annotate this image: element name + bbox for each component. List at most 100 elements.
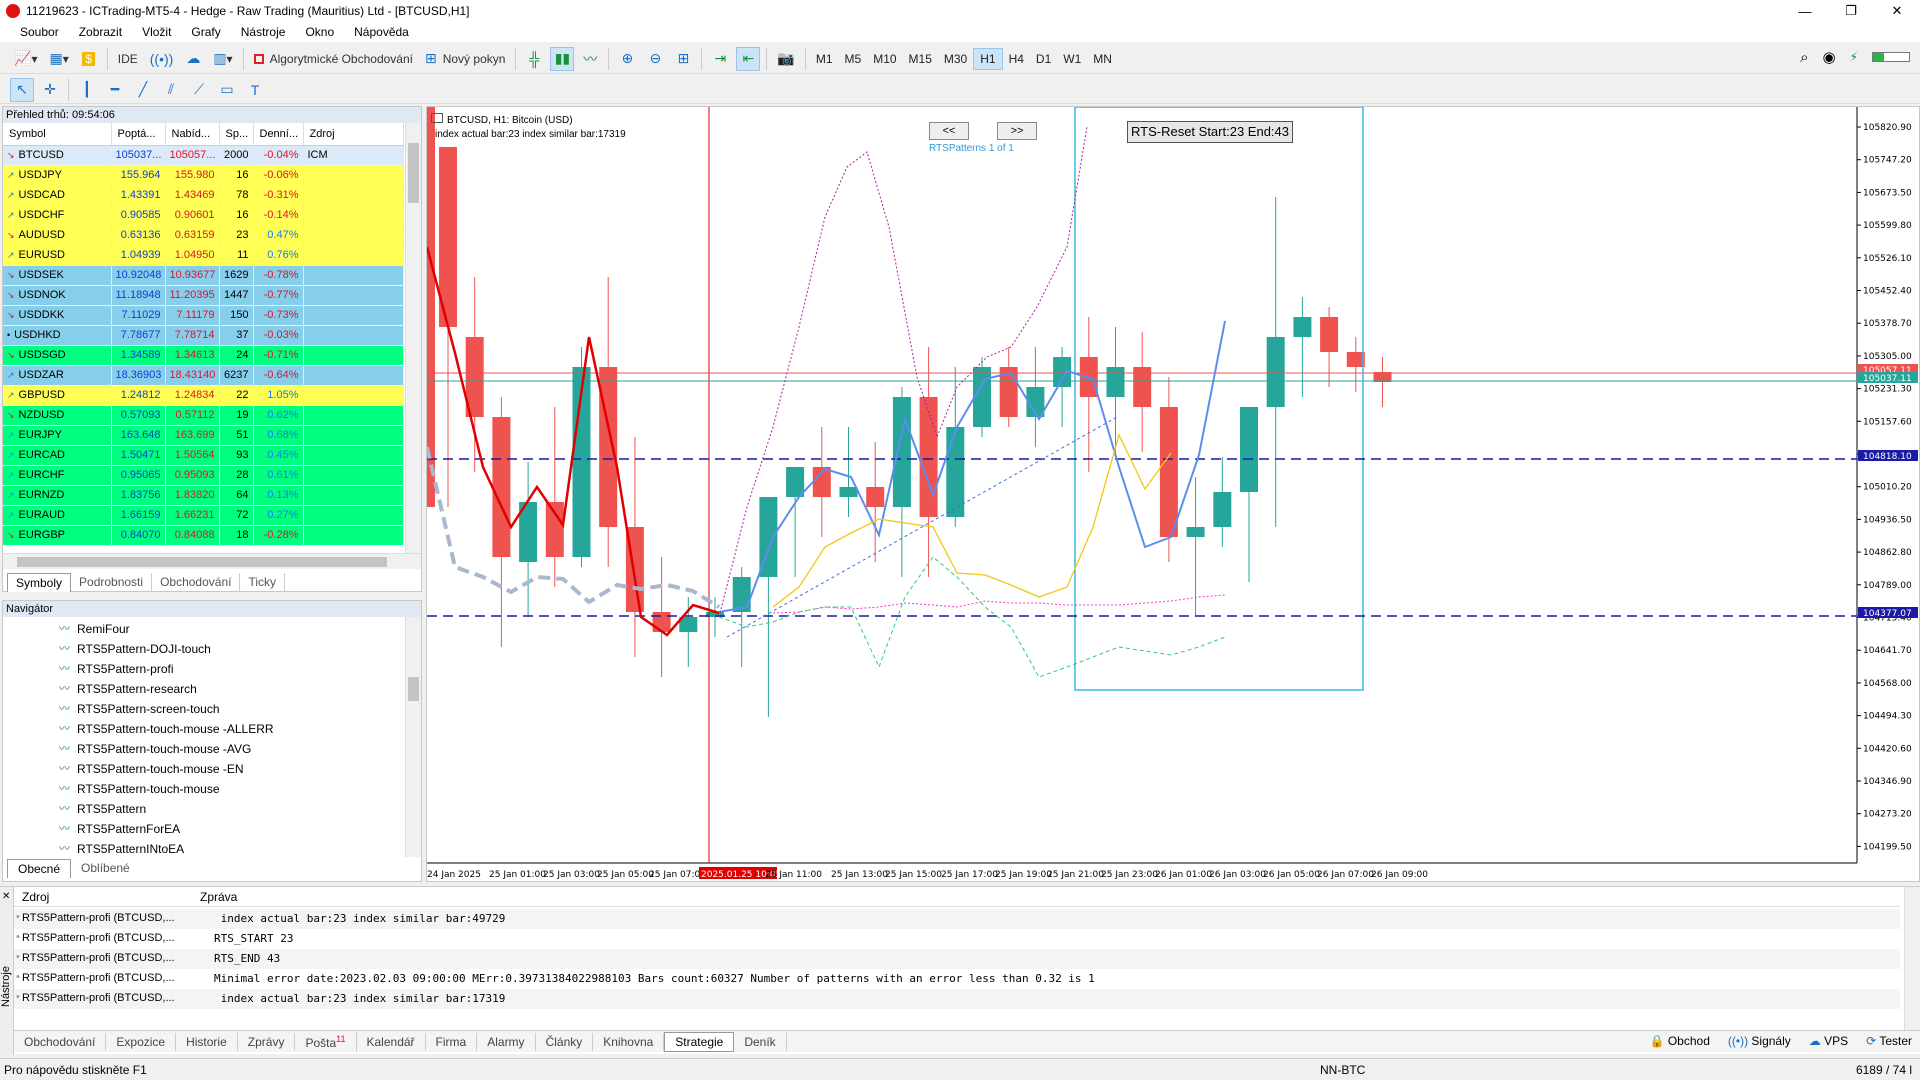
chart-window[interactable]: 105820.90 105747.20 105673.50 105599.80 1055… <box>426 106 1920 882</box>
navigator-item[interactable]: 〰 RTS5Pattern-touch-mouse -EN <box>3 759 421 779</box>
toolbox-tab[interactable]: Alarmy <box>477 1032 536 1051</box>
screenshot-button[interactable]: 📷 <box>773 47 798 71</box>
navigator-item[interactable]: 〰 RTS5Pattern-research <box>3 679 421 699</box>
market-row[interactable]: ↗ EURCHF 0.95065 0.95093 28 0.61% <box>3 465 404 486</box>
menu-window[interactable]: Okno <box>295 25 344 39</box>
tab-common[interactable]: Obecné <box>7 859 72 878</box>
tf-h4[interactable]: H4 <box>1003 48 1030 70</box>
rts-reset-button[interactable]: RTS-Reset Start:23 End:43 <box>1127 121 1293 143</box>
market-watch-hscrollbar[interactable] <box>3 553 421 569</box>
scroll-thumb[interactable] <box>408 143 419 203</box>
navigator-item[interactable]: 〰 RTS5Pattern-touch-mouse <box>3 779 421 799</box>
tf-m10[interactable]: M10 <box>867 48 902 70</box>
channel-button[interactable]: ⫽ <box>159 78 183 102</box>
col-symbol[interactable]: Symbol <box>3 123 112 146</box>
tab-symbols[interactable]: Symboly <box>7 573 72 592</box>
tab-details[interactable]: Podrobnosti <box>71 573 153 592</box>
price-chart[interactable]: 105820.90 105747.20 105673.50 105599.80 1055… <box>427 107 1920 883</box>
tf-d1[interactable]: D1 <box>1030 48 1057 70</box>
tf-m15[interactable]: M15 <box>903 48 938 70</box>
signals-link[interactable]: ((•)) Signály <box>1728 1034 1791 1048</box>
menu-charts[interactable]: Grafy <box>181 25 230 39</box>
col-source[interactable]: Zdroj <box>303 123 404 146</box>
menu-tools[interactable]: Nástroje <box>231 25 296 39</box>
line-chart-type-button[interactable]: 〰 <box>578 47 602 71</box>
col-ask[interactable]: Nabíd... <box>165 123 220 146</box>
market-row[interactable]: ↘ USDDKK 7.11029 7.11179 150 -0.73% <box>3 305 404 326</box>
market-row[interactable]: ↗ USDCAD 1.43391 1.43469 78 -0.31% <box>3 185 404 206</box>
market-row[interactable]: ↘ USDNOK 11.18948 11.20395 1447 -0.77% <box>3 285 404 306</box>
tf-m30[interactable]: M30 <box>938 48 973 70</box>
close-button[interactable]: ✕ <box>1874 0 1920 22</box>
new-chart-button[interactable]: 📈 ▾ <box>10 47 41 71</box>
market-row[interactable]: ↘ USDSGD 1.34589 1.34613 24 -0.71% <box>3 345 404 366</box>
navigator-item[interactable]: 〰 RemiFour <box>3 619 421 639</box>
trade-link[interactable]: 🔒 Obchod <box>1650 1034 1710 1048</box>
toolbox-tab[interactable]: Deník <box>734 1032 787 1051</box>
journal-row[interactable]: • RTS5Pattern-profi (BTCUSD,... index act… <box>14 909 1900 929</box>
navigator-item[interactable]: 〰 RTS5PatternINtoEA <box>3 839 421 859</box>
tf-m5[interactable]: M5 <box>839 48 868 70</box>
market-row[interactable]: ↘ NZDUSD 0.57093 0.57112 19 0.62% <box>3 405 404 426</box>
tab-favorites[interactable]: Oblíbené <box>71 859 140 878</box>
market-row[interactable]: ↗ EURUSD 1.04939 1.04950 11 0.76% <box>3 245 404 266</box>
toolbox-tab[interactable]: Obchodování <box>14 1032 107 1051</box>
navigator-item[interactable]: 〰 RTS5Pattern-touch-mouse -AVG <box>3 739 421 759</box>
prev-pattern-button[interactable]: << <box>929 122 969 140</box>
market-row[interactable]: ↘ USDSEK 10.92048 10.93677 1629 -0.78% <box>3 265 404 286</box>
profiles-button[interactable]: ▦ ▾ <box>45 47 72 71</box>
nav-scroll-thumb[interactable] <box>408 677 419 701</box>
market-row[interactable]: • USDHKD 7.78677 7.78714 37 -0.03% <box>3 325 404 346</box>
indicators-button[interactable]: ▥ ▾ <box>209 47 236 71</box>
next-pattern-button[interactable]: >> <box>997 122 1037 140</box>
text-tool-button[interactable]: T <box>243 78 267 102</box>
toolbox-tab[interactable]: Pošta11 <box>295 1031 357 1052</box>
crosshair-tool-button[interactable]: ✛ <box>38 78 62 102</box>
toolbox-tab[interactable]: Firma <box>426 1032 478 1051</box>
col-message-header[interactable]: Zpráva <box>200 890 237 904</box>
minimize-button[interactable]: — <box>1782 0 1828 22</box>
journal-row[interactable]: • RTS5Pattern-profi (BTCUSD,... Minimal er… <box>14 969 1900 989</box>
signals-button[interactable]: ((•)) <box>146 47 178 71</box>
tf-m1[interactable]: M1 <box>810 48 839 70</box>
tf-w1[interactable]: W1 <box>1057 48 1087 70</box>
ide-button[interactable]: IDE <box>114 47 142 71</box>
market-row[interactable]: ↗ EURJPY 163.648 163.699 51 0.68% <box>3 425 404 446</box>
market-row[interactable]: ↘ AUDUSD 0.63136 0.63159 23 0.47% <box>3 225 404 246</box>
toolbox-tab[interactable]: Kalendář <box>357 1032 426 1051</box>
market-row[interactable]: ↗ EURAUD 1.66159 1.66231 72 0.27% <box>3 505 404 526</box>
market-row[interactable]: ↗ EURNZD 1.83756 1.83820 64 0.13% <box>3 485 404 506</box>
algo-trading-button[interactable]: Algorytmické Obchodování <box>250 47 417 71</box>
tf-h1[interactable]: H1 <box>973 47 1003 70</box>
toolbox-tab[interactable]: Strategie <box>664 1031 735 1052</box>
maximize-button[interactable]: ❐ <box>1828 0 1874 22</box>
tester-link[interactable]: ⟳ Tester <box>1866 1034 1912 1048</box>
toolbox-scrollbar[interactable] <box>1904 887 1920 1033</box>
market-watch-scrollbar[interactable] <box>405 123 421 553</box>
journal-row[interactable]: • RTS5Pattern-profi (BTCUSD,... RTS_START … <box>14 929 1900 949</box>
vertical-line-button[interactable]: ┃ <box>75 78 99 102</box>
market-row[interactable]: ↗ USDJPY 155.964 155.980 16 -0.06% <box>3 165 404 186</box>
menu-view[interactable]: Zobrazit <box>69 25 132 39</box>
market-row[interactable]: ↘ EURGBP 0.84070 0.84088 18 -0.28% <box>3 525 404 546</box>
vps-link[interactable]: ☁ VPS <box>1809 1034 1848 1048</box>
market-button[interactable]: $ <box>77 47 101 71</box>
chart-shift-button[interactable]: ⇤ <box>736 46 761 71</box>
col-source-header[interactable]: Zdroj <box>22 890 49 904</box>
navigator-item[interactable]: 〰 RTS5Pattern-screen-touch <box>3 699 421 719</box>
fibonacci-button[interactable]: ⟋ <box>187 78 211 102</box>
tf-mn[interactable]: MN <box>1087 48 1118 70</box>
market-row[interactable]: ↗ GBPUSD 1.24812 1.24834 22 1.05% <box>3 385 404 406</box>
col-bid[interactable]: Poptá... <box>111 123 166 146</box>
navigator-item[interactable]: 〰 RTS5PatternForEA <box>3 819 421 839</box>
toolbox-tab[interactable]: Články <box>536 1032 594 1051</box>
cloud-button[interactable]: ☁ <box>181 47 205 71</box>
zoom-in-button[interactable]: ⊕ <box>615 47 639 71</box>
tab-ticks[interactable]: Ticky <box>240 573 286 592</box>
toolbox-tab[interactable]: Zprávy <box>238 1032 296 1051</box>
tile-windows-button[interactable]: ⊞ <box>671 47 695 71</box>
navigator-item[interactable]: 〰 RTS5Pattern-DOJI-touch <box>3 639 421 659</box>
navigator-item[interactable]: 〰 RTS5Pattern-touch-mouse -ALLERR <box>3 719 421 739</box>
menu-insert[interactable]: Vložit <box>132 25 181 39</box>
navigator-item[interactable]: 〰 RTS5Pattern <box>3 799 421 819</box>
